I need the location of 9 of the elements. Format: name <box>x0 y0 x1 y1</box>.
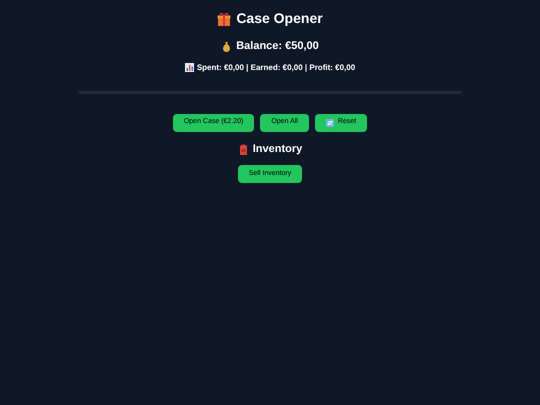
backpack-icon <box>238 142 249 155</box>
bar-chart-icon <box>184 63 194 72</box>
balance-text: Balance: €50,00 <box>236 39 319 54</box>
reset-icon <box>326 118 334 126</box>
inventory-heading: Inventory <box>252 142 302 156</box>
money-bag-icon <box>221 40 232 52</box>
app-title: Case Opener <box>236 9 323 28</box>
gift-icon <box>217 12 232 26</box>
stats-text: Spent: €0,00 | Earned: €0,00 | Profit: €0,00 <box>196 62 356 74</box>
